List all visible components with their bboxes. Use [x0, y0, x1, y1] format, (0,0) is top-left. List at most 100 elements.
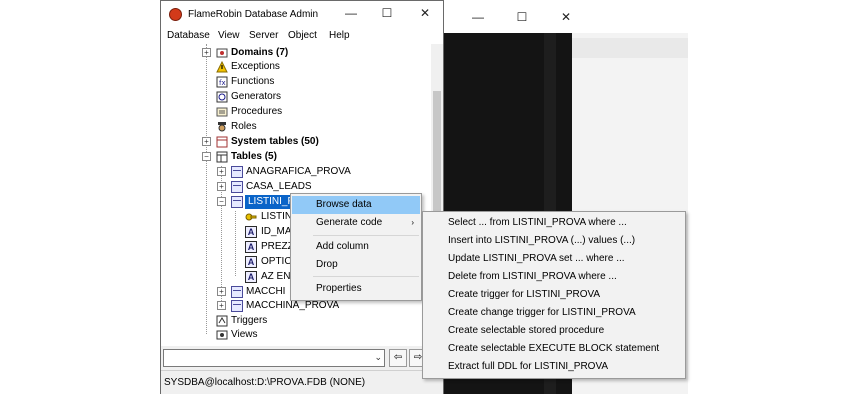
bg-maximize-button[interactable]: ☐ — [500, 0, 544, 33]
column-icon: A — [245, 241, 257, 253]
tree-label: Triggers — [231, 315, 268, 326]
views-icon — [216, 330, 228, 340]
expand-icon[interactable]: + — [202, 48, 211, 57]
generator-icon — [216, 91, 228, 103]
column-icon: A — [245, 271, 257, 283]
function-icon: fx — [216, 76, 228, 88]
menu-separator — [313, 276, 419, 277]
titlebar[interactable]: FlameRobin Database Admin — ☐ ✕ — [161, 1, 443, 28]
maximize-button[interactable]: ☐ — [369, 0, 405, 28]
tree-label: Domains (7) — [231, 47, 289, 58]
submenu-item-extract-ddl[interactable]: Extract full DDL for LISTINI_PROVA — [424, 358, 684, 376]
column-icon: A — [245, 256, 257, 268]
menu-server[interactable]: Server — [249, 30, 278, 41]
expand-icon[interactable]: + — [217, 287, 226, 296]
tree-node-table[interactable]: + CASA_LEADS — [161, 180, 431, 194]
bottom-toolbar: ⌄ ⇦ ⇨ — [161, 346, 443, 370]
tree-node-triggers[interactable]: Triggers — [161, 314, 431, 328]
background-titlebar: — ☐ ✕ — [444, 0, 688, 33]
window-title: FlameRobin Database Admin — [188, 9, 319, 20]
tree-label: Views — [231, 329, 258, 340]
tree-label: OPTIC — [261, 256, 292, 267]
tree-label: AZ EN — [261, 271, 291, 282]
submenu-item-insert[interactable]: Insert into LISTINI_PROVA (...) values (… — [424, 232, 684, 250]
tree-node-domains[interactable]: + Domains (7) — [161, 46, 431, 60]
table-icon — [231, 166, 243, 178]
expand-icon[interactable]: + — [202, 137, 211, 146]
tree-label: Functions — [231, 76, 275, 87]
table-icon — [231, 286, 243, 298]
menu-item-add-column[interactable]: Add column — [292, 238, 420, 256]
tree-node-roles[interactable]: Roles — [161, 120, 431, 134]
menu-database[interactable]: Database — [167, 30, 210, 41]
system-table-icon — [216, 136, 228, 148]
previous-button[interactable]: ⇦ — [389, 349, 407, 367]
tree-node-tables[interactable]: − Tables (5) — [161, 150, 431, 164]
menu-item-generate-code[interactable]: Generate code › — [292, 214, 420, 232]
expand-icon[interactable]: + — [217, 182, 226, 191]
key-icon — [245, 213, 257, 221]
column-icon: A — [245, 226, 257, 238]
menu-object[interactable]: Object — [288, 30, 317, 41]
tables-icon — [216, 151, 228, 163]
roles-icon — [218, 122, 226, 132]
tree-node-procedures[interactable]: Procedures — [161, 105, 431, 119]
tree-label: LISTIN — [261, 211, 293, 222]
status-text: SYSDBA@localhost:D:\PROVA.FDB (NONE) — [164, 377, 366, 388]
menu-item-browse-data[interactable]: Browse data — [292, 196, 420, 214]
submenu-item-create-trigger[interactable]: Create trigger for LISTINI_PROVA — [424, 286, 684, 304]
menu-item-properties[interactable]: Properties — [292, 280, 420, 298]
menu-view[interactable]: View — [218, 30, 240, 41]
submenu-item-update[interactable]: Update LISTINI_PROVA set ... where ... — [424, 250, 684, 268]
procedure-icon — [216, 107, 228, 117]
tree-label: Procedures — [231, 106, 283, 117]
warning-icon — [216, 61, 228, 73]
submenu-item-stored-procedure[interactable]: Create selectable stored procedure — [424, 322, 684, 340]
expand-icon[interactable]: + — [217, 301, 226, 310]
table-icon — [231, 300, 243, 312]
tree-label: System tables (50) — [231, 136, 319, 147]
table-icon — [231, 181, 243, 193]
tree-label: PREZZ — [261, 241, 294, 252]
tree-node-generators[interactable]: Generators — [161, 90, 431, 104]
minimize-button[interactable]: — — [333, 0, 369, 28]
flamerobin-app-icon — [169, 8, 182, 21]
domains-icon — [216, 48, 228, 58]
collapse-icon[interactable]: − — [202, 152, 211, 161]
generate-code-submenu: Select ... from LISTINI_PROVA where ... … — [422, 211, 686, 379]
tree-label: ID_MA — [261, 226, 292, 237]
submenu-item-delete[interactable]: Delete from LISTINI_PROVA where ... — [424, 268, 684, 286]
tree-label: Tables (5) — [231, 151, 277, 162]
close-button[interactable]: ✕ — [407, 0, 443, 28]
bg-minimize-button[interactable]: — — [456, 0, 500, 33]
search-combo[interactable]: ⌄ — [163, 349, 385, 367]
table-icon — [231, 196, 243, 208]
trigger-icon — [216, 315, 228, 327]
tree-node-exceptions[interactable]: Exceptions — [161, 60, 431, 74]
menu-item-label: Generate code — [316, 217, 383, 228]
bg-close-button[interactable]: ✕ — [544, 0, 588, 33]
submenu-item-change-trigger[interactable]: Create change trigger for LISTINI_PROVA — [424, 304, 684, 322]
tree-label: Generators — [231, 91, 282, 102]
submenu-item-execute-block[interactable]: Create selectable EXECUTE BLOCK statemen… — [424, 340, 684, 358]
context-menu: Browse data Generate code › Add column D… — [290, 193, 422, 301]
tree-label: CASA_LEADS — [246, 181, 312, 192]
expand-icon[interactable]: + — [217, 167, 226, 176]
tree-node-system-tables[interactable]: + System tables (50) — [161, 135, 431, 149]
tree-node-table[interactable]: + ANAGRAFICA_PROVA — [161, 165, 431, 179]
tree-label: MACCHI — [246, 286, 286, 297]
tree-node-table[interactable]: + MACCHINA_PROVA — [161, 299, 431, 313]
submenu-item-select[interactable]: Select ... from LISTINI_PROVA where ... — [424, 214, 684, 232]
tree-label: Exceptions — [231, 61, 280, 72]
tree-node-views[interactable]: Views — [161, 328, 431, 342]
menu-item-drop[interactable]: Drop — [292, 256, 420, 274]
status-bar: SYSDBA@localhost:D:\PROVA.FDB (NONE) — [161, 370, 443, 394]
chevron-down-icon[interactable]: ⌄ — [374, 352, 382, 363]
chevron-right-icon: › — [411, 218, 414, 227]
background-strip — [572, 38, 688, 58]
tree-label: MACCHINA_PROVA — [246, 300, 340, 311]
tree-node-functions[interactable]: fx Functions — [161, 75, 431, 89]
menu-help[interactable]: Help — [329, 30, 350, 41]
tree-label: ANAGRAFICA_PROVA — [246, 166, 351, 177]
collapse-icon[interactable]: − — [217, 197, 226, 206]
